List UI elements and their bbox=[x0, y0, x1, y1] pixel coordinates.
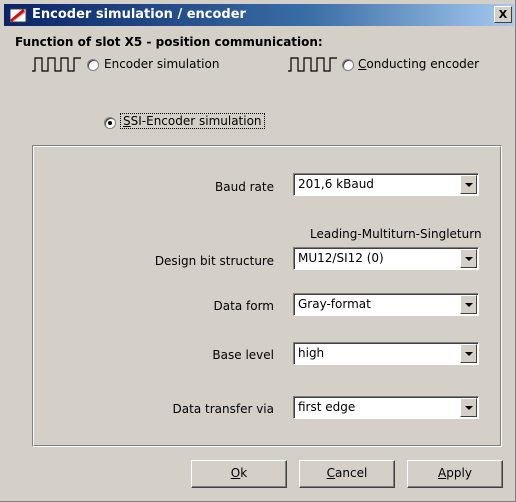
conducting-encoder-rest: onducting encoder bbox=[366, 57, 480, 71]
encoder-dialog: Encoder simulation / encoder X Function … bbox=[0, 0, 516, 502]
ssi-label-rest: SI-Encoder simulation bbox=[130, 114, 262, 128]
mnemonic-s: S bbox=[123, 114, 131, 128]
data-form-label: Data form bbox=[213, 299, 274, 313]
base-level-label: Base level bbox=[212, 348, 274, 362]
baud-rate-label: Baud rate bbox=[215, 180, 274, 194]
data-transfer-select[interactable]: first edge bbox=[293, 396, 479, 419]
baud-rate-value: 201,6 kBaud bbox=[298, 177, 374, 191]
pulse-train-icon bbox=[32, 57, 81, 72]
conducting-encoder-label[interactable]: Conducting encoder bbox=[358, 57, 479, 71]
bit-structure-label: Design bit structure bbox=[154, 254, 274, 268]
title-bar[interactable]: Encoder simulation / encoder X bbox=[4, 4, 514, 26]
radio-conducting-encoder[interactable] bbox=[342, 59, 354, 71]
ok-button[interactable]: Ok bbox=[191, 460, 287, 488]
data-form-value: Gray-format bbox=[298, 297, 371, 311]
encoder-simulation-label[interactable]: Encoder simulation bbox=[104, 57, 219, 71]
close-button[interactable]: X bbox=[494, 6, 512, 23]
data-transfer-label: Data transfer via bbox=[172, 402, 274, 416]
chevron-down-icon[interactable] bbox=[460, 344, 477, 363]
radio-encoder-simulation[interactable] bbox=[87, 59, 99, 71]
chevron-down-icon[interactable] bbox=[460, 295, 477, 314]
apply-button[interactable]: Apply bbox=[407, 460, 503, 488]
bit-structure-caption: Leading-Multiturn-Singleturn bbox=[310, 227, 482, 241]
data-transfer-value: first edge bbox=[298, 400, 356, 414]
radio-ssi-encoder-simulation[interactable] bbox=[104, 117, 116, 129]
cancel-button[interactable]: Cancel bbox=[299, 460, 395, 488]
chevron-down-icon[interactable] bbox=[460, 398, 477, 417]
app-icon bbox=[9, 7, 28, 23]
data-form-select[interactable]: Gray-format bbox=[293, 293, 479, 316]
chevron-down-icon[interactable] bbox=[460, 175, 477, 194]
bit-structure-select[interactable]: MU12/SI12 (0) bbox=[293, 247, 479, 270]
focus-indicator: SSI-Encoder simulation bbox=[120, 113, 265, 129]
base-level-value: high bbox=[298, 346, 325, 360]
bit-structure-value: MU12/SI12 (0) bbox=[298, 251, 384, 265]
function-heading: Function of slot X5 - position communica… bbox=[15, 35, 323, 49]
chevron-down-icon[interactable] bbox=[460, 249, 477, 268]
ssi-encoder-simulation-label[interactable]: SSI-Encoder simulation bbox=[120, 113, 265, 129]
base-level-select[interactable]: high bbox=[293, 342, 479, 365]
window-title: Encoder simulation / encoder bbox=[32, 7, 246, 22]
pulse-train-icon bbox=[288, 57, 337, 72]
baud-rate-select[interactable]: 201,6 kBaud bbox=[293, 173, 479, 196]
